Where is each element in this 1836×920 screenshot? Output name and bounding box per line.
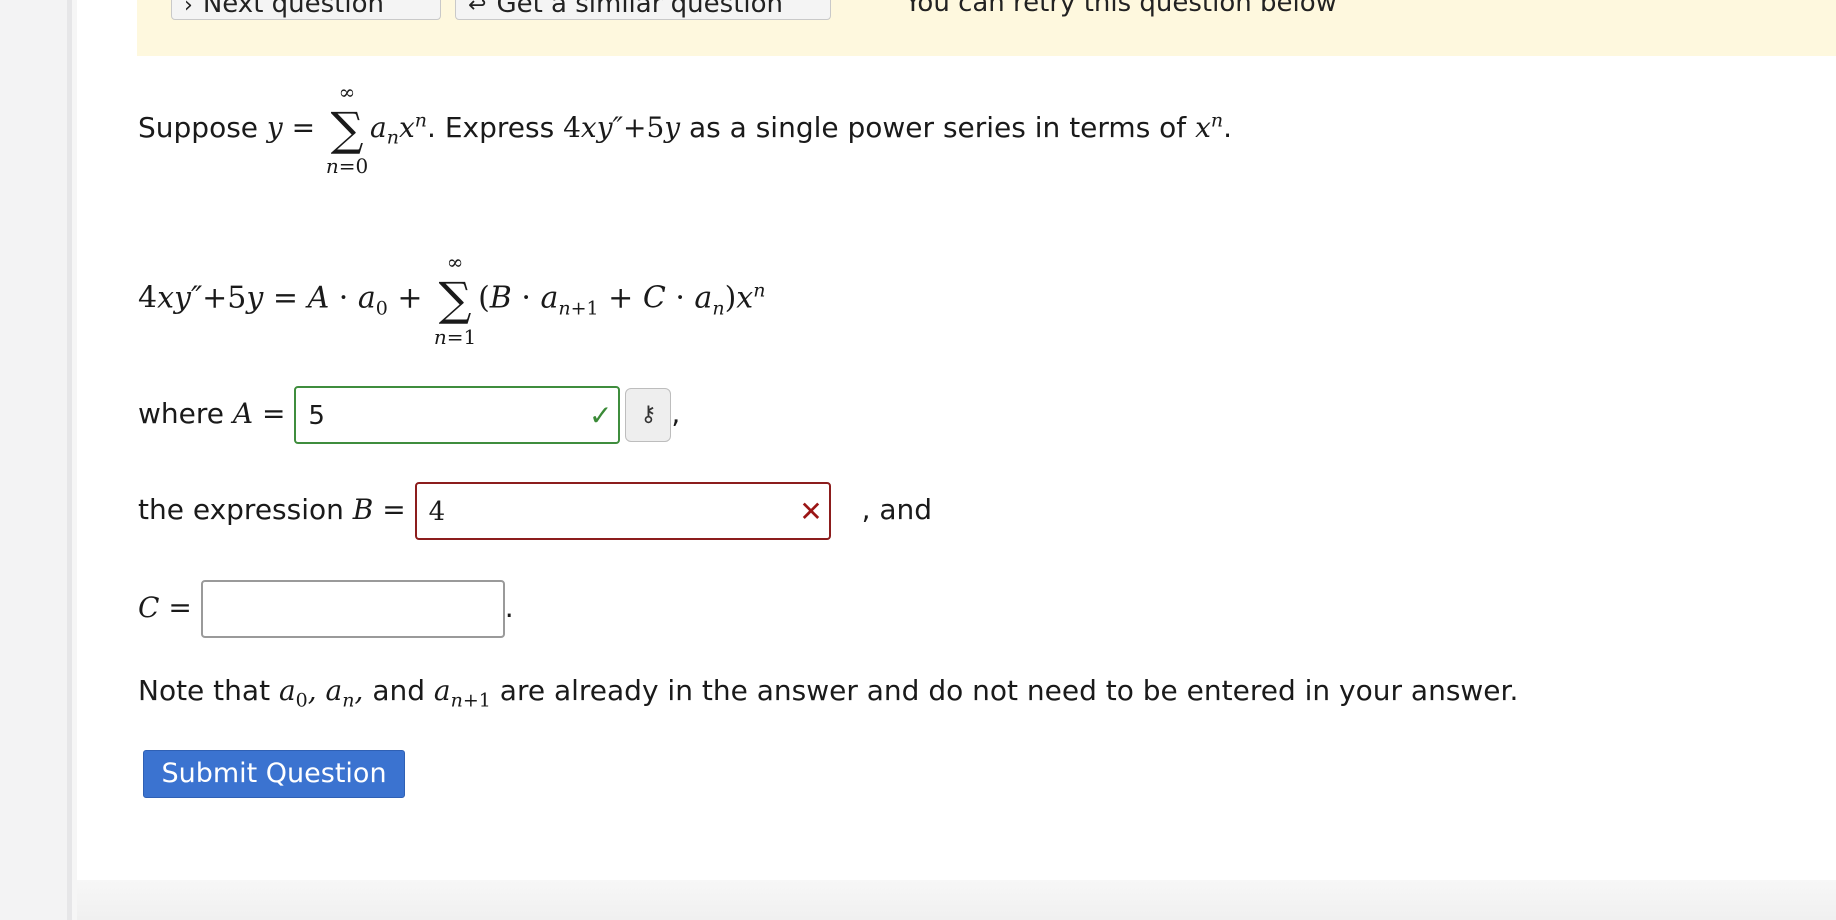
question-panel: › Next question ↩ Get a similar question Y… [77,0,1836,880]
next-question-button[interactable]: › Next question [171,0,441,20]
bottom-strip [77,880,1836,920]
retry-banner: › Next question ↩ Get a similar question Y… [137,0,1836,56]
similar-question-button[interactable]: ↩ Get a similar question [455,0,831,20]
x-mark-icon: ✕ [799,495,823,528]
series-equation: 4xy″+5y = A · a0 + ∞ ∑ n=1 (B · an+1 + C · … [138,250,766,349]
sum-symbol-2: ∞ ∑ n=1 [433,250,477,349]
key-icon[interactable]: ⚷ [625,388,672,442]
sum-symbol: ∞ ∑ n=0 [325,80,369,178]
math-expression: 4xy″+5y [563,111,681,144]
answer-row-b: the expression B = 4 ✕ , and [138,482,932,540]
left-gutter [0,0,72,920]
submit-question-button[interactable]: Submit Question [143,750,405,798]
math-y-def: y = [266,111,316,144]
math-xn: xn [1195,109,1224,144]
answer-row-a: where A = 5 ✓ ⚷, [138,386,680,444]
answer-c-input[interactable] [200,580,505,638]
answer-a-input[interactable]: 5 ✓ [294,386,621,444]
answer-row-c: C = . [138,580,514,638]
answer-b-input[interactable]: 4 ✕ [414,482,831,540]
check-icon: ✓ [588,399,613,432]
note-text: Note that a0, an, and an+1 are already i… [138,674,1519,712]
return-arrow-icon: ↩ [468,0,487,18]
question-text: Suppose y = ∞ ∑ n=0 anxn. Express 4xy″+5y a… [138,80,1233,178]
arrow-right-icon: › [184,0,193,18]
retry-text: You can retry this question below [905,0,1337,18]
